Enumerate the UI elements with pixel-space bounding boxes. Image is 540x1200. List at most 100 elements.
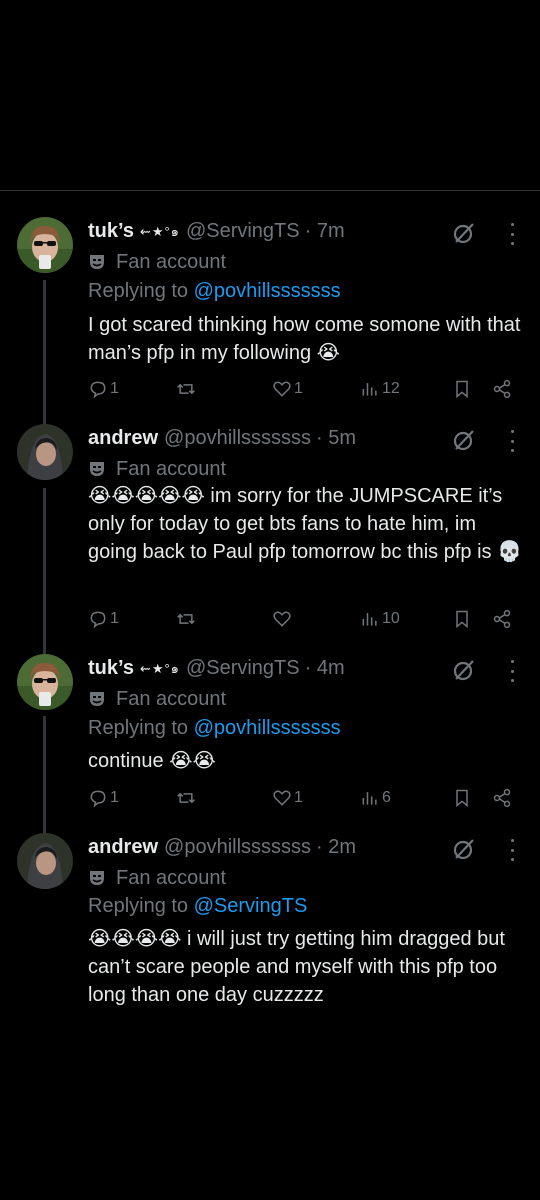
fan-account-badge: Fan account [88,686,226,712]
views-button[interactable]: 10 [360,607,400,631]
bookmark-icon [456,610,468,629]
more-icon[interactable] [502,430,522,452]
reply-icon [90,381,106,399]
timestamp[interactable]: · 2m [316,836,356,859]
tweet-actions: 1 1 12 [0,377,540,401]
tweet-text: I got scared thinking how come somone wi… [88,314,521,364]
views-button[interactable]: 12 [360,377,400,401]
tweet-actions: 1 10 [0,607,540,631]
avatar[interactable] [17,833,73,889]
fan-account-badge: Fan account [88,865,226,891]
reply-icon [90,790,106,808]
tweet[interactable]: tuk’s ⇜★°๑ @ServingTS · 4m Fan account R… [0,654,540,814]
heart-icon [273,611,291,627]
theater-mask-icon [90,692,104,706]
tweet[interactable]: andrew @povhillsssssss · 2m Fan account … [0,833,540,1013]
share-button[interactable] [492,786,512,810]
reply-count: 1 [110,610,119,627]
reply-mention-link[interactable]: @ServingTS [194,895,308,917]
share-button[interactable] [492,607,512,631]
grok-icon[interactable] [452,221,476,245]
display-name[interactable]: andrew [88,427,158,450]
tweet-text: continue 😭😭 [88,750,216,772]
theater-mask-icon [90,462,104,476]
repost-icon [177,383,195,395]
bookmark-icon [456,380,468,399]
display-name[interactable]: tuk’s [88,220,134,243]
display-name[interactable]: tuk’s [88,657,134,680]
tweet-header: tuk’s ⇜★°๑ @ServingTS · 4m [88,654,345,682]
grok-icon[interactable] [452,428,476,452]
repost-button[interactable] [176,786,196,810]
like-button[interactable]: 1 [272,377,303,401]
badge-label: Fan account [116,250,227,273]
timestamp[interactable]: · 4m [305,657,345,680]
tweet-header: andrew @povhillsssssss · 5m [88,424,356,452]
bookmark-button[interactable] [452,607,472,631]
views-button[interactable]: 6 [360,786,391,810]
like-button[interactable] [272,607,294,631]
repost-button[interactable] [176,377,196,401]
username[interactable]: @ServingTS [186,657,300,680]
name-decoration: ⇜★°๑ [139,223,180,239]
fan-account-badge: Fan account [88,456,226,482]
views-icon [362,383,377,396]
replying-to: Replying to @ServingTS [88,895,308,917]
views-icon [362,792,377,805]
fan-account-badge: Fan account [88,249,226,275]
views-count: 10 [382,610,400,627]
username[interactable]: @povhillsssssss [164,836,311,859]
reply-button[interactable]: 1 [88,377,119,401]
views-count: 12 [382,380,400,397]
bookmark-icon [456,789,468,808]
share-icon [493,609,511,629]
tweet[interactable]: andrew @povhillsssssss · 5m Fan account … [0,424,540,634]
reply-button[interactable]: 1 [88,786,119,810]
heart-icon [273,790,291,806]
share-button[interactable] [492,377,512,401]
tweet-header: tuk’s ⇜★°๑ @ServingTS · 7m [88,217,345,245]
username[interactable]: @ServingTS [186,220,300,243]
badge-label: Fan account [116,457,227,480]
bookmark-button[interactable] [452,786,472,810]
heart-icon [273,381,291,397]
grok-icon[interactable] [452,658,476,682]
username[interactable]: @povhillsssssss [164,427,311,450]
avatar[interactable] [17,424,73,480]
badge-label: Fan account [116,687,227,710]
replying-to: Replying to @povhillsssssss [88,717,341,739]
reply-mention-link[interactable]: @povhillsssssss [194,280,341,302]
tweet-actions: 1 1 6 [0,786,540,810]
tweet-text: 😭😭😭😭😭 im sorry for the JUMPSCARE it’s on… [88,485,523,563]
grok-icon[interactable] [452,837,476,861]
views-icon [362,613,377,626]
theater-mask-icon [90,255,104,269]
share-icon [493,379,511,399]
more-icon[interactable] [502,223,522,245]
avatar[interactable] [17,654,73,710]
timeline-divider [0,190,540,191]
bookmark-button[interactable] [452,377,472,401]
avatar[interactable] [17,217,73,273]
reply-count: 1 [110,789,119,806]
more-icon[interactable] [502,660,522,682]
repost-button[interactable] [176,607,196,631]
more-icon[interactable] [502,839,522,861]
tweet[interactable]: tuk’s ⇜★°๑ @ServingTS · 7m Fan account R… [0,217,540,407]
tweet-text: 😭😭😭😭 i will just try getting him dragged… [88,928,505,1006]
like-count: 1 [294,380,303,397]
timestamp[interactable]: · 5m [316,427,356,450]
share-icon [493,788,511,808]
theater-mask-icon [90,871,104,885]
replying-to: Replying to @povhillsssssss [88,280,341,302]
reply-icon [90,611,106,629]
like-button[interactable]: 1 [272,786,303,810]
tweet-header: andrew @povhillsssssss · 2m [88,833,356,861]
views-count: 6 [382,789,391,806]
like-count: 1 [294,789,303,806]
name-decoration: ⇜★°๑ [139,660,180,676]
reply-mention-link[interactable]: @povhillsssssss [194,717,341,739]
timestamp[interactable]: · 7m [305,220,345,243]
reply-button[interactable]: 1 [88,607,119,631]
display-name[interactable]: andrew [88,836,158,859]
